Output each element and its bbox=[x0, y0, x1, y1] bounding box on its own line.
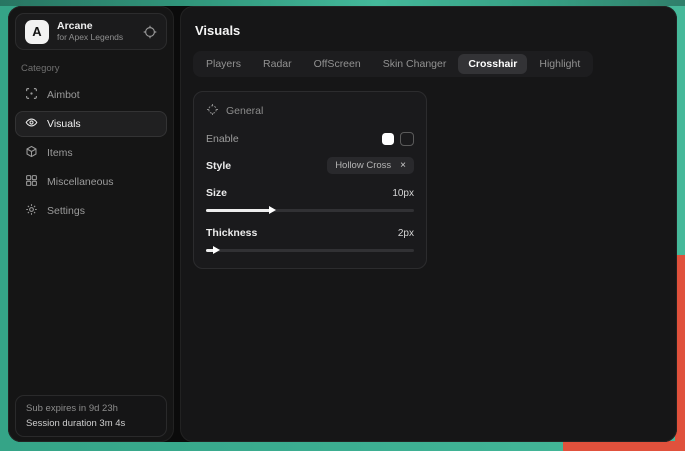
sidebar-item-settings[interactable]: Settings bbox=[15, 198, 167, 224]
thickness-slider[interactable] bbox=[206, 246, 414, 254]
clear-icon[interactable]: × bbox=[400, 161, 406, 171]
thickness-label: Thickness bbox=[206, 227, 257, 239]
thickness-slider-fill bbox=[206, 249, 214, 252]
enable-keybind-box[interactable] bbox=[400, 132, 414, 146]
app-subtitle: for Apex Legends bbox=[57, 33, 123, 43]
sidebar-item-label: Settings bbox=[47, 205, 85, 217]
size-value: 10px bbox=[392, 188, 414, 199]
style-select[interactable]: Hollow Cross × bbox=[327, 157, 414, 174]
enable-row: Enable bbox=[206, 132, 414, 146]
sidebar-item-label: Miscellaneous bbox=[47, 176, 114, 188]
category-label: Category bbox=[21, 63, 173, 74]
thickness-slider-track[interactable] bbox=[206, 249, 414, 252]
app-logo: A bbox=[25, 20, 49, 44]
aimbot-crosshair-icon bbox=[25, 87, 38, 103]
style-row: Style Hollow Cross × bbox=[206, 157, 414, 174]
main-content: Visuals Players Radar OffScreen Skin Cha… bbox=[180, 6, 677, 442]
sidebar-item-miscellaneous[interactable]: Miscellaneous bbox=[15, 169, 167, 195]
tab-offscreen[interactable]: OffScreen bbox=[304, 54, 371, 74]
size-label: Size bbox=[206, 187, 227, 199]
general-panel-title: General bbox=[226, 105, 263, 117]
page-title: Visuals bbox=[195, 23, 676, 38]
thickness-slider-thumb[interactable] bbox=[213, 246, 220, 254]
sidebar-menu: Aimbot Visuals Items bbox=[9, 82, 173, 224]
tab-highlight[interactable]: Highlight bbox=[529, 54, 590, 74]
tab-radar[interactable]: Radar bbox=[253, 54, 302, 74]
crosshair-target-icon[interactable] bbox=[143, 25, 157, 39]
tab-crosshair[interactable]: Crosshair bbox=[458, 54, 527, 74]
subscription-info-box: Sub expires in 9d 23h Session duration 3… bbox=[15, 395, 167, 437]
sidebar-item-items[interactable]: Items bbox=[15, 140, 167, 166]
gear-icon bbox=[25, 203, 38, 219]
sidebar-item-visuals[interactable]: Visuals bbox=[15, 111, 167, 137]
tab-players[interactable]: Players bbox=[196, 54, 251, 74]
size-slider-thumb[interactable] bbox=[269, 206, 276, 214]
session-duration-text: Session duration 3m 4s bbox=[26, 418, 156, 429]
thickness-row: Thickness 2px bbox=[206, 227, 414, 239]
sub-expires-text: Sub expires in 9d 23h bbox=[26, 403, 156, 414]
tab-skin-changer[interactable]: Skin Changer bbox=[373, 54, 457, 74]
enable-checkbox[interactable] bbox=[382, 133, 394, 145]
sidebar: A Arcane for Apex Legends Category bbox=[8, 6, 174, 442]
sidebar-item-label: Visuals bbox=[47, 118, 81, 130]
grid-icon bbox=[25, 174, 38, 190]
general-panel: General Enable Style Hollow Cross × Size… bbox=[193, 91, 427, 269]
sidebar-header[interactable]: A Arcane for Apex Legends bbox=[15, 13, 167, 50]
thickness-value: 2px bbox=[398, 228, 414, 239]
sidebar-item-label: Items bbox=[47, 147, 73, 159]
tab-bar: Players Radar OffScreen Skin Changer Cro… bbox=[193, 51, 593, 77]
eye-icon bbox=[25, 116, 38, 132]
size-slider-fill bbox=[206, 209, 270, 212]
enable-label: Enable bbox=[206, 133, 239, 145]
style-selected-value: Hollow Cross bbox=[335, 160, 391, 171]
sidebar-item-label: Aimbot bbox=[47, 89, 80, 101]
crosshair-dashed-icon bbox=[206, 103, 219, 119]
size-slider[interactable] bbox=[206, 206, 414, 214]
app-window: A Arcane for Apex Legends Category bbox=[8, 6, 677, 442]
sidebar-item-aimbot[interactable]: Aimbot bbox=[15, 82, 167, 108]
package-icon bbox=[25, 145, 38, 161]
size-row: Size 10px bbox=[206, 187, 414, 199]
app-title: Arcane bbox=[57, 20, 123, 32]
general-panel-header: General bbox=[206, 103, 414, 119]
background-scene-red-bottom bbox=[563, 441, 685, 451]
style-label: Style bbox=[206, 160, 231, 172]
